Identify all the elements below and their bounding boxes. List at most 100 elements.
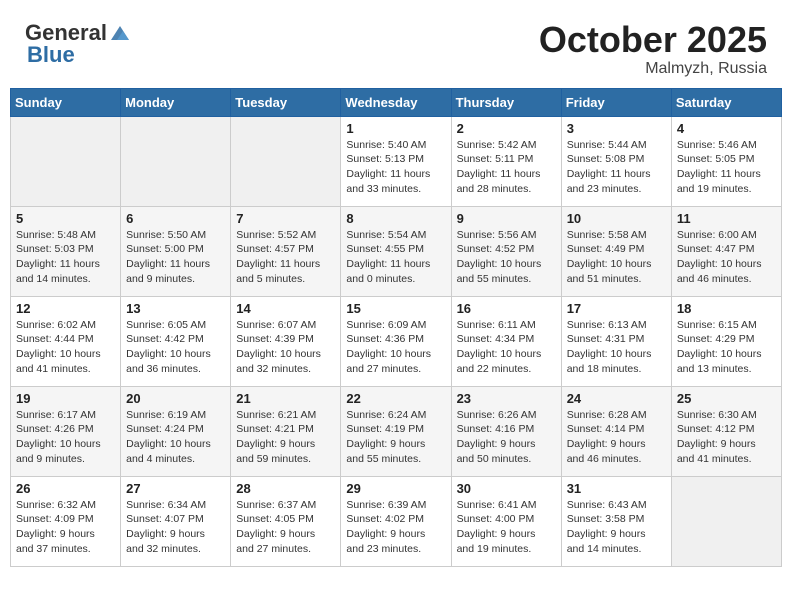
- day-info: Sunrise: 5:42 AMSunset: 5:11 PMDaylight:…: [457, 138, 556, 197]
- day-number: 3: [567, 121, 666, 136]
- calendar-table: SundayMondayTuesdayWednesdayThursdayFrid…: [10, 88, 782, 567]
- calendar-cell: 18Sunrise: 6:15 AMSunset: 4:29 PMDayligh…: [671, 296, 781, 386]
- weekday-sunday: Sunday: [11, 88, 121, 116]
- weekday-header-row: SundayMondayTuesdayWednesdayThursdayFrid…: [11, 88, 782, 116]
- day-info: Sunrise: 6:15 AMSunset: 4:29 PMDaylight:…: [677, 318, 776, 377]
- calendar-cell: 10Sunrise: 5:58 AMSunset: 4:49 PMDayligh…: [561, 206, 671, 296]
- calendar-cell: 23 Sunrise: 6:26 AMSunset: 4:16 PMDayligh…: [451, 386, 561, 476]
- calendar-cell: 6 Sunrise: 5:50 AMSunset: 5:00 PMDaylight…: [121, 206, 231, 296]
- day-info: Sunrise: 6:19 AMSunset: 4:24 PMDaylight:…: [126, 408, 225, 467]
- day-info: Sunrise: 6:21 AMSunset: 4:21 PMDaylight:…: [236, 408, 335, 467]
- calendar-cell: 22Sunrise: 6:24 AMSunset: 4:19 PMDayligh…: [341, 386, 451, 476]
- day-info: Sunrise: 6:41 AMSunset: 4:00 PMDaylight:…: [457, 498, 556, 557]
- calendar-cell: 1 Sunrise: 5:40 AMSunset: 5:13 PMDaylight…: [341, 116, 451, 206]
- day-info: Sunrise: 6:37 AMSunset: 4:05 PMDaylight:…: [236, 498, 335, 557]
- calendar-cell: [231, 116, 341, 206]
- calendar-cell: 15 Sunrise: 6:09 AMSunset: 4:36 PMDayligh…: [341, 296, 451, 386]
- day-info: Sunrise: 5:44 AMSunset: 5:08 PMDaylight:…: [567, 138, 666, 197]
- calendar-cell: 2 Sunrise: 5:42 AMSunset: 5:11 PMDaylight…: [451, 116, 561, 206]
- day-info: Sunrise: 6:30 AMSunset: 4:12 PMDaylight:…: [677, 408, 776, 467]
- day-number: 19: [16, 391, 115, 406]
- weekday-wednesday: Wednesday: [341, 88, 451, 116]
- calendar-cell: 20 Sunrise: 6:19 AMSunset: 4:24 PMDayligh…: [121, 386, 231, 476]
- day-number: 14: [236, 301, 335, 316]
- calendar-cell: 19 Sunrise: 6:17 AMSunset: 4:26 PMDayligh…: [11, 386, 121, 476]
- day-number: 28: [236, 481, 335, 496]
- day-info: Sunrise: 6:02 AMSunset: 4:44 PMDaylight:…: [16, 318, 115, 377]
- day-number: 24: [567, 391, 666, 406]
- day-number: 6: [126, 211, 225, 226]
- calendar-row: 5 Sunrise: 5:48 AMSunset: 5:03 PMDaylight…: [11, 206, 782, 296]
- day-number: 20: [126, 391, 225, 406]
- calendar-cell: [671, 476, 781, 566]
- day-number: 8: [346, 211, 445, 226]
- day-number: 11: [677, 211, 776, 226]
- day-info: Sunrise: 6:00 AMSunset: 4:47 PMDaylight:…: [677, 228, 776, 287]
- calendar-cell: 7Sunrise: 5:52 AMSunset: 4:57 PMDaylight…: [231, 206, 341, 296]
- day-number: 10: [567, 211, 666, 226]
- day-info: Sunrise: 6:09 AMSunset: 4:36 PMDaylight:…: [346, 318, 445, 377]
- day-info: Sunrise: 6:43 AMSunset: 3:58 PMDaylight:…: [567, 498, 666, 557]
- logo: General Blue: [25, 20, 131, 68]
- calendar-cell: 30 Sunrise: 6:41 AMSunset: 4:00 PMDayligh…: [451, 476, 561, 566]
- day-number: 2: [457, 121, 556, 136]
- calendar-cell: 17 Sunrise: 6:13 AMSunset: 4:31 PMDayligh…: [561, 296, 671, 386]
- calendar-cell: [121, 116, 231, 206]
- day-number: 17: [567, 301, 666, 316]
- day-info: Sunrise: 5:48 AMSunset: 5:03 PMDaylight:…: [16, 228, 115, 287]
- page-header: General Blue October 2025 Malmyzh, Russi…: [10, 10, 782, 83]
- day-info: Sunrise: 5:54 AMSunset: 4:55 PMDaylight:…: [346, 228, 445, 287]
- calendar-cell: 5 Sunrise: 5:48 AMSunset: 5:03 PMDaylight…: [11, 206, 121, 296]
- calendar-cell: 14Sunrise: 6:07 AMSunset: 4:39 PMDayligh…: [231, 296, 341, 386]
- day-number: 29: [346, 481, 445, 496]
- day-number: 30: [457, 481, 556, 496]
- calendar-cell: 9 Sunrise: 5:56 AMSunset: 4:52 PMDaylight…: [451, 206, 561, 296]
- day-number: 27: [126, 481, 225, 496]
- day-info: Sunrise: 6:11 AMSunset: 4:34 PMDaylight:…: [457, 318, 556, 377]
- calendar-cell: 25Sunrise: 6:30 AMSunset: 4:12 PMDayligh…: [671, 386, 781, 476]
- calendar-cell: 21Sunrise: 6:21 AMSunset: 4:21 PMDayligh…: [231, 386, 341, 476]
- day-info: Sunrise: 5:56 AMSunset: 4:52 PMDaylight:…: [457, 228, 556, 287]
- calendar-cell: 3 Sunrise: 5:44 AMSunset: 5:08 PMDaylight…: [561, 116, 671, 206]
- calendar-cell: 13Sunrise: 6:05 AMSunset: 4:42 PMDayligh…: [121, 296, 231, 386]
- day-number: 12: [16, 301, 115, 316]
- calendar-cell: 12 Sunrise: 6:02 AMSunset: 4:44 PMDayligh…: [11, 296, 121, 386]
- day-number: 26: [16, 481, 115, 496]
- calendar-cell: 26Sunrise: 6:32 AMSunset: 4:09 PMDayligh…: [11, 476, 121, 566]
- day-info: Sunrise: 6:24 AMSunset: 4:19 PMDaylight:…: [346, 408, 445, 467]
- weekday-thursday: Thursday: [451, 88, 561, 116]
- day-info: Sunrise: 6:26 AMSunset: 4:16 PMDaylight:…: [457, 408, 556, 467]
- day-number: 5: [16, 211, 115, 226]
- day-number: 13: [126, 301, 225, 316]
- day-number: 1: [346, 121, 445, 136]
- day-number: 16: [457, 301, 556, 316]
- day-info: Sunrise: 5:40 AMSunset: 5:13 PMDaylight:…: [346, 138, 445, 197]
- day-number: 9: [457, 211, 556, 226]
- day-number: 31: [567, 481, 666, 496]
- month-title: October 2025: [539, 20, 767, 60]
- day-number: 23: [457, 391, 556, 406]
- day-info: Sunrise: 6:34 AMSunset: 4:07 PMDaylight:…: [126, 498, 225, 557]
- day-info: Sunrise: 5:46 AMSunset: 5:05 PMDaylight:…: [677, 138, 776, 197]
- calendar-cell: 11 Sunrise: 6:00 AMSunset: 4:47 PMDayligh…: [671, 206, 781, 296]
- day-info: Sunrise: 6:39 AMSunset: 4:02 PMDaylight:…: [346, 498, 445, 557]
- day-info: Sunrise: 6:28 AMSunset: 4:14 PMDaylight:…: [567, 408, 666, 467]
- calendar-cell: 28 Sunrise: 6:37 AMSunset: 4:05 PMDayligh…: [231, 476, 341, 566]
- day-info: Sunrise: 5:52 AMSunset: 4:57 PMDaylight:…: [236, 228, 335, 287]
- weekday-monday: Monday: [121, 88, 231, 116]
- logo-icon: [109, 24, 131, 42]
- logo-blue: Blue: [27, 42, 75, 68]
- day-info: Sunrise: 6:13 AMSunset: 4:31 PMDaylight:…: [567, 318, 666, 377]
- calendar-cell: 8 Sunrise: 5:54 AMSunset: 4:55 PMDaylight…: [341, 206, 451, 296]
- location: Malmyzh, Russia: [539, 60, 767, 78]
- calendar-cell: 31 Sunrise: 6:43 AMSunset: 3:58 PMDayligh…: [561, 476, 671, 566]
- day-info: Sunrise: 5:50 AMSunset: 5:00 PMDaylight:…: [126, 228, 225, 287]
- day-info: Sunrise: 6:17 AMSunset: 4:26 PMDaylight:…: [16, 408, 115, 467]
- day-number: 15: [346, 301, 445, 316]
- weekday-friday: Friday: [561, 88, 671, 116]
- calendar-row: 26Sunrise: 6:32 AMSunset: 4:09 PMDayligh…: [11, 476, 782, 566]
- calendar-cell: 29 Sunrise: 6:39 AMSunset: 4:02 PMDayligh…: [341, 476, 451, 566]
- day-number: 4: [677, 121, 776, 136]
- calendar-row: 1 Sunrise: 5:40 AMSunset: 5:13 PMDaylight…: [11, 116, 782, 206]
- calendar-cell: 24 Sunrise: 6:28 AMSunset: 4:14 PMDayligh…: [561, 386, 671, 476]
